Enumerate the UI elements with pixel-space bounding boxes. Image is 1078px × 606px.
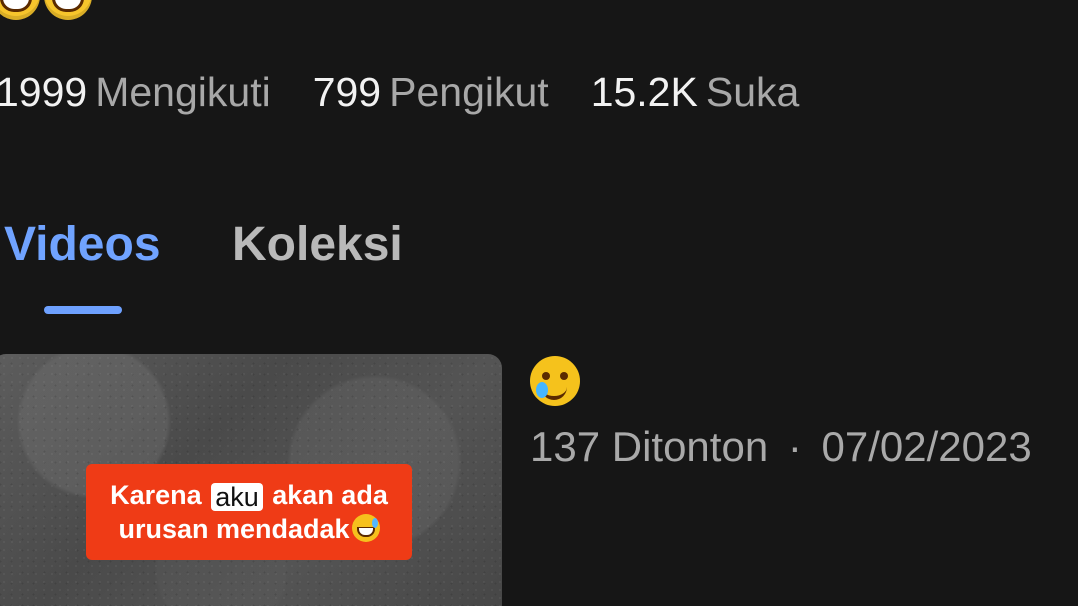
profile-stats: 1999 Mengikuti 799 Pengikut 15.2K Suka xyxy=(0,68,841,116)
upload-date: 07/02/2023 xyxy=(821,423,1032,470)
followers-stat[interactable]: 799 Pengikut xyxy=(313,68,549,116)
caption-text-before-sticker: Karena xyxy=(110,480,202,510)
following-count: 1999 xyxy=(0,69,88,115)
likes-stat: 15.2K Suka xyxy=(591,68,800,116)
followers-label: Pengikut xyxy=(389,69,549,115)
thumbnail-caption: Karena aku akan ada urusan mendadak xyxy=(86,464,412,560)
caption-line-2: urusan mendadak xyxy=(96,512,402,546)
profile-bio-emojis xyxy=(0,0,92,20)
video-meta: 137 Ditonton · 07/02/2023 xyxy=(530,422,1032,472)
following-stat[interactable]: 1999 Mengikuti xyxy=(0,68,271,116)
view-count: 137 Ditonton xyxy=(530,423,769,470)
tab-koleksi[interactable]: Koleksi xyxy=(232,216,403,274)
caption-sticker: aku xyxy=(211,483,263,511)
profile-videos-screen: 1999 Mengikuti 799 Pengikut 15.2K Suka V… xyxy=(0,0,1078,606)
active-tab-indicator xyxy=(44,306,122,314)
video-thumbnail[interactable]: Karena aku akan ada urusan mendadak xyxy=(0,354,502,606)
followers-count: 799 xyxy=(312,69,382,115)
caption-line-1: Karena aku akan ada xyxy=(96,478,402,512)
caption-text-second-line: urusan mendadak xyxy=(118,514,350,544)
likes-count: 15.2K xyxy=(590,69,698,115)
tear-icon xyxy=(536,382,548,398)
likes-label: Suka xyxy=(705,69,800,115)
following-label: Mengikuti xyxy=(95,69,271,115)
profile-tabs: Videos Koleksi xyxy=(0,210,1078,320)
grinning-sweat-face-icon xyxy=(351,514,380,542)
smiling-tear-face-icon xyxy=(530,356,580,406)
grinning-face-icon xyxy=(0,0,40,20)
grinning-sweat-face-icon xyxy=(44,0,92,20)
meta-separator: · xyxy=(787,423,802,470)
caption-text-after-sticker: akan ada xyxy=(272,480,388,510)
tab-videos[interactable]: Videos xyxy=(4,216,161,274)
